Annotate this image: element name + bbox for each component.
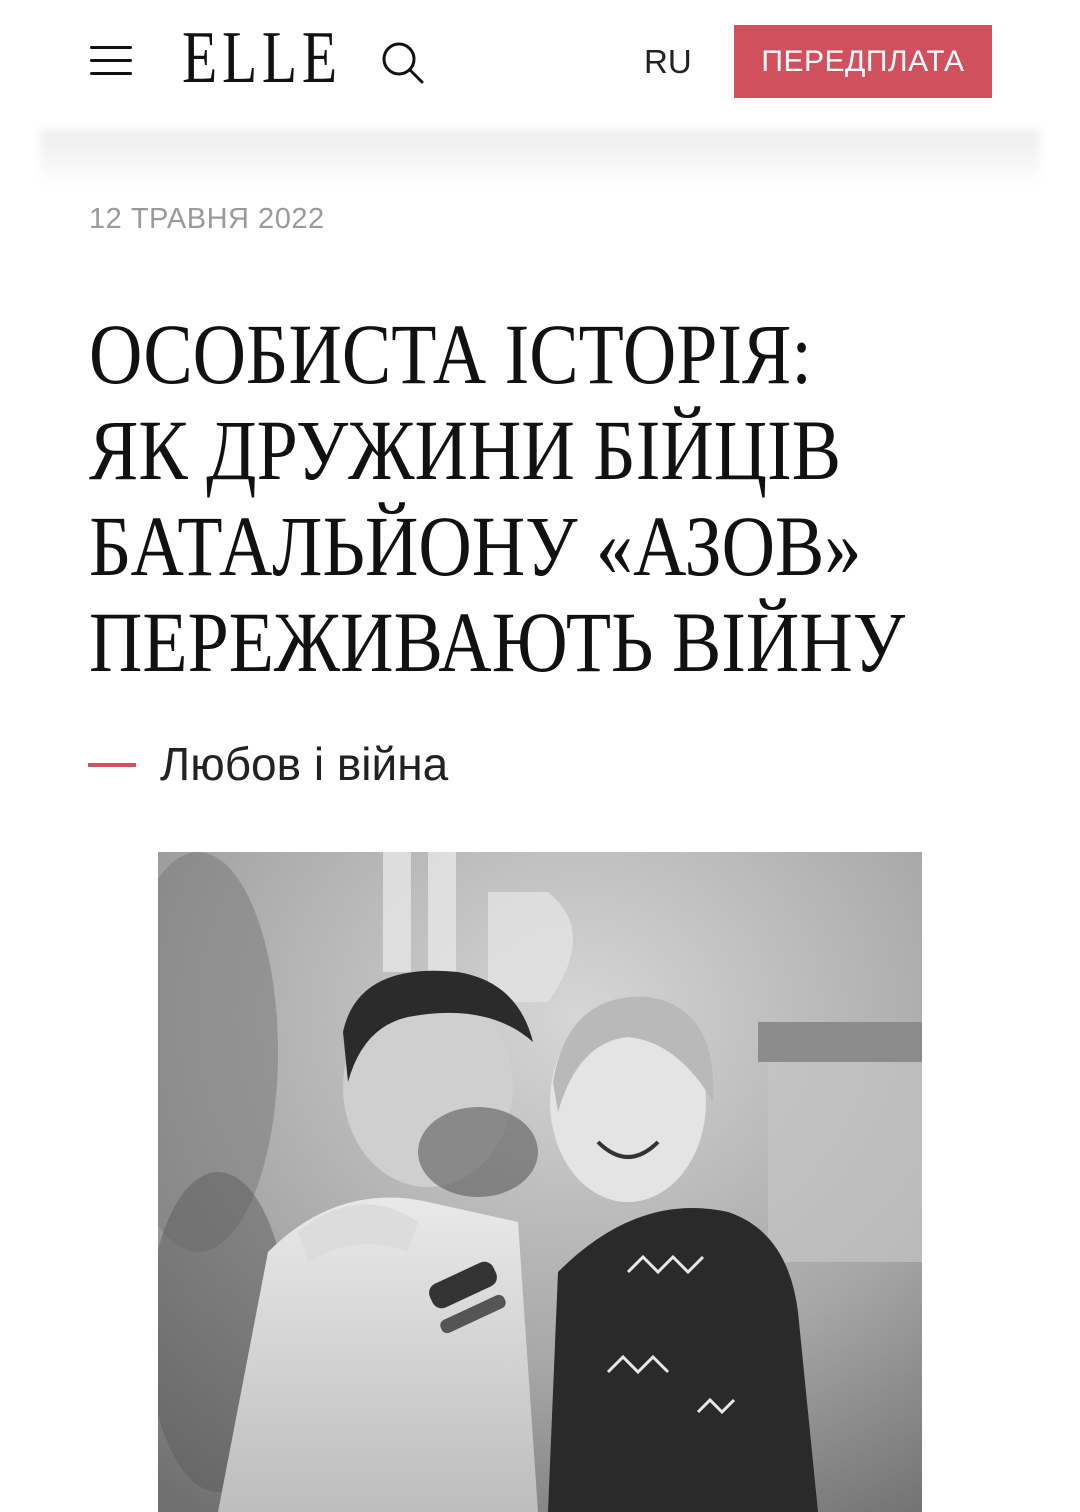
rubric-link[interactable]: Любов і війна — [160, 736, 448, 792]
site-header: ELLE RU ПЕРЕДПЛАТА — [0, 0, 1080, 130]
title-line: БАТАЛЬЙОНУ «АЗОВ» — [89, 498, 862, 594]
title-line: ОСОБИСТА ІСТОРІЯ: — [89, 306, 812, 402]
title-line: ПЕРЕЖИВАЮТЬ ВІЙНУ — [89, 594, 906, 690]
photo-illustration — [158, 852, 922, 1512]
article-hero-photo — [158, 852, 922, 1512]
header-shadow — [40, 130, 1040, 190]
title-line: ЯК ДРУЖИНИ БІЙЦІВ — [89, 402, 842, 498]
menu-icon[interactable] — [90, 44, 132, 76]
language-switch-ru[interactable]: RU — [644, 40, 692, 84]
article-date: 12 ТРАВНЯ 2022 — [89, 203, 325, 235]
search-icon[interactable] — [378, 38, 426, 86]
subscribe-button[interactable]: ПЕРЕДПЛАТА — [734, 25, 992, 98]
elle-logo[interactable]: ELLE — [182, 18, 342, 98]
rubric-dash — [88, 763, 136, 767]
article-title: ОСОБИСТА ІСТОРІЯ: ЯК ДРУЖИНИ БІЙЦІВ БАТА… — [89, 306, 915, 690]
